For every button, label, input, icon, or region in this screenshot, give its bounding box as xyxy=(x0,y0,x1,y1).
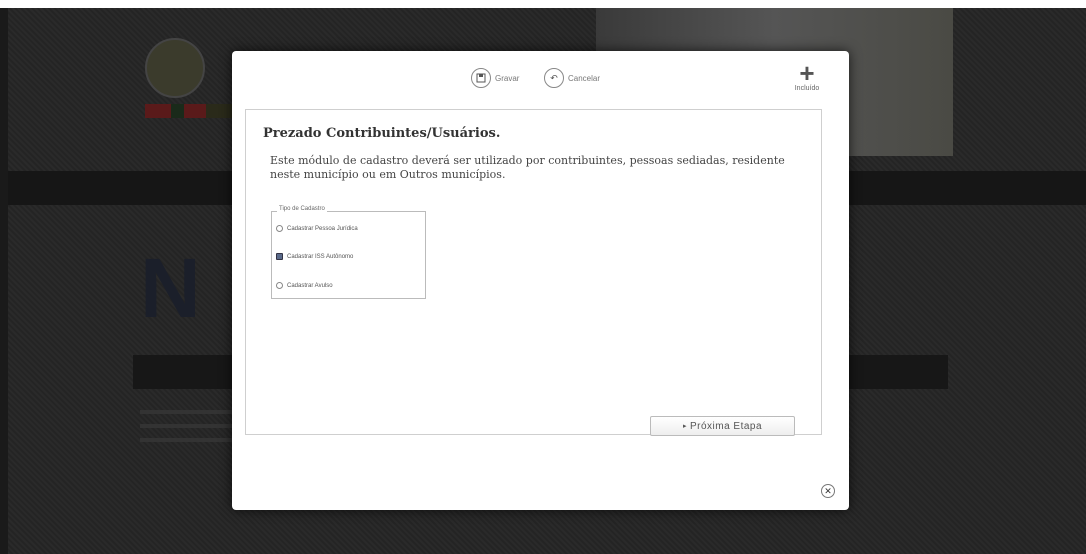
option-legal-entity[interactable]: Cadastrar Pessoa Jurídica xyxy=(276,225,358,232)
registration-modal: Gravar ↶ Cancelar + Incluído Prezado Con… xyxy=(232,51,849,510)
cancel-button[interactable]: ↶ Cancelar xyxy=(544,68,600,88)
background-logo xyxy=(145,38,205,98)
option-label: Cadastrar ISS Autônomo xyxy=(287,253,354,260)
radio-legal-entity[interactable] xyxy=(276,225,283,232)
radio-iss-autonomo[interactable] xyxy=(276,253,283,260)
save-label: Gravar xyxy=(495,73,520,83)
undo-icon: ↶ xyxy=(544,68,564,88)
new-label: Incluído xyxy=(794,85,820,92)
background-flag-bar xyxy=(145,104,232,118)
background-text-lines xyxy=(140,410,240,452)
page-title: Prezado Contribuintes/Usuários. xyxy=(263,126,501,141)
option-avulso[interactable]: Cadastrar Avulso xyxy=(276,282,333,289)
cancel-label: Cancelar xyxy=(568,73,601,83)
option-iss-autonomo[interactable]: Cadastrar ISS Autônomo xyxy=(276,253,353,260)
close-button[interactable]: ✕ xyxy=(821,484,835,498)
new-button[interactable]: + Incluído xyxy=(790,58,824,92)
option-label: Cadastrar Pessoa Jurídica xyxy=(287,225,358,232)
panel-description: Este módulo de cadastro deverá ser utili… xyxy=(270,154,785,181)
next-step-button[interactable]: ▸ Próxima Etapa xyxy=(650,416,795,436)
background-logo-lettering: N xyxy=(140,241,201,335)
option-label: Cadastrar Avulso xyxy=(287,282,333,289)
modal-toolbar: Gravar ↶ Cancelar + Incluído xyxy=(232,51,849,109)
save-button[interactable]: Gravar xyxy=(471,68,519,88)
plus-icon: + xyxy=(799,58,815,88)
close-icon: ✕ xyxy=(824,485,832,496)
floppy-icon xyxy=(471,68,491,88)
registration-type-group: Tipo de Cadastro Cadastrar Pessoa Jurídi… xyxy=(271,206,426,299)
triangle-right-icon: ▸ xyxy=(682,423,687,430)
content-panel: Prezado Contribuintes/Usuários. Este mód… xyxy=(245,109,822,436)
next-step-label: Próxima Etapa xyxy=(689,420,763,432)
radio-avulso[interactable] xyxy=(276,282,283,289)
registration-type-legend: Tipo de Cadastro xyxy=(277,206,327,212)
page-top-strip xyxy=(0,0,1086,8)
